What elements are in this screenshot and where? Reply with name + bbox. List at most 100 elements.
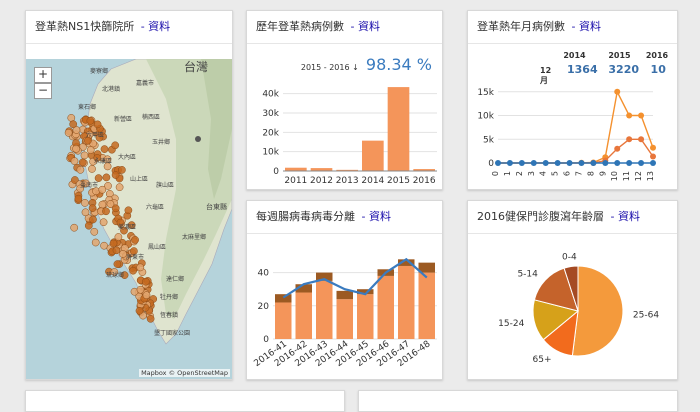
map-label-taiwan: 台灣 — [184, 59, 208, 74]
x-tick-label: 0 — [491, 171, 500, 176]
map-label: 六龜區 — [146, 203, 164, 211]
pie-label: 65+ — [533, 355, 552, 365]
map-attribution[interactable]: Mapbox © OpenStreetMap — [139, 369, 230, 377]
map-card-title: 登革熱NS1快篩院所 — [35, 20, 135, 33]
map-label: 嘉義市 — [136, 79, 154, 87]
clinic-marker — [109, 239, 118, 248]
zoom-in-button[interactable]: + — [34, 67, 52, 83]
y-tick-label: 0 — [488, 159, 494, 169]
yearly-card-title: 歷年登革熱病例數 — [256, 20, 344, 33]
map-data-link[interactable]: - 資料 — [141, 20, 170, 33]
enterovirus-data-link[interactable]: - 資料 — [362, 210, 391, 223]
series-point — [626, 160, 633, 166]
y-tick-label: 15k — [477, 88, 494, 98]
clinic-marker — [112, 246, 121, 255]
series-point — [626, 112, 633, 119]
x-tick-label: 7 — [574, 171, 583, 176]
map-label: 鳳山區 — [148, 243, 166, 251]
map-label: 屏東市 — [126, 253, 144, 261]
y-tick-label: 10k — [477, 112, 494, 122]
series-point — [554, 160, 561, 166]
clinic-marker — [81, 199, 89, 207]
clinic-marker — [136, 263, 145, 272]
x-tick-label: 1 — [503, 171, 512, 176]
map-label: 北港鎮 — [102, 85, 120, 93]
summary-value: 1364 — [567, 63, 598, 76]
yearly-change-summary: 2015 - 2016 ↓ 98.34 % — [301, 55, 432, 74]
map-label: 臺南市 — [80, 181, 98, 189]
monthly-card-title: 登革熱年月病例數 — [477, 20, 565, 33]
map-canvas[interactable]: 台灣 麥寮鄉 北港鎮 嘉義市 東石鄉 新營區 楠西區 玉井鄉 六甲區 大內區 永… — [26, 59, 232, 379]
clinic-marker — [135, 306, 144, 315]
y-tick-label: 10k — [262, 148, 279, 158]
series-point — [626, 136, 633, 143]
entero-bar-lower — [377, 275, 394, 339]
clinic-marker — [102, 207, 110, 216]
map-label: 玉井鄉 — [152, 138, 170, 146]
clinic-marker — [89, 215, 97, 224]
x-tick-label: 9 — [598, 171, 607, 176]
monthly-line-chart: 05k10k15k0 1 2 3 4 5 6 7 8 9 10 11 12 13 — [477, 88, 656, 181]
map-card-header: 登革熱NS1快篩院所 - 資料 — [26, 11, 232, 44]
pie-label: 0-4 — [562, 253, 577, 263]
clinic-marker — [102, 173, 111, 182]
clinic-marker — [76, 165, 85, 174]
clinic-marker — [91, 238, 100, 247]
diarrhea-age-card: 2016健保門診腹瀉年齡層 - 資料 25-64 65+ 15-24 5-14 0-4 — [467, 200, 678, 380]
clinic-marker — [115, 183, 124, 192]
enterovirus-card: 每週腸病毒病毒分離 - 資料 0 20 40 2016-41 2016-42 2016-4… — [246, 200, 443, 380]
series-point — [638, 160, 645, 166]
yearly-data-link[interactable]: - 資料 — [351, 20, 380, 33]
monthly-data-link[interactable]: - 資料 — [572, 20, 601, 33]
clinic-marker — [142, 291, 151, 300]
series-point — [542, 160, 549, 166]
age-card-title: 2016健保門診腹瀉年齡層 — [477, 210, 604, 223]
clinic-marker — [72, 144, 80, 153]
x-tick-label: 3 — [527, 171, 536, 176]
map-label: 山上區 — [130, 175, 148, 183]
clinic-marker — [86, 116, 95, 125]
clinic-marker — [81, 208, 90, 217]
clinic-marker — [69, 120, 78, 129]
x-tick-label: 13 — [646, 171, 655, 181]
clinic-marker — [86, 146, 95, 154]
clinic-marker — [146, 314, 155, 323]
zoom-out-button[interactable]: − — [34, 83, 52, 99]
series-point — [614, 145, 621, 152]
x-tick-label: 5 — [551, 171, 560, 176]
series-point — [614, 160, 621, 166]
monthly-card-header: 登革熱年月病例數 - 資料 — [468, 11, 677, 44]
map-label: 牡丹鄉 — [160, 293, 178, 301]
clinic-marker — [70, 223, 79, 232]
series-line — [498, 138, 654, 164]
enterovirus-card-header: 每週腸病毒病毒分離 - 資料 — [247, 201, 442, 234]
entero-bar-lower — [295, 292, 312, 339]
x-tick-label: 8 — [586, 171, 595, 176]
entero-bar-upper — [275, 294, 292, 303]
monthly-dengue-card: 登革熱年月病例數 - 資料 2014 2015 2016 12月 1364 32… — [467, 10, 678, 190]
clinic-marker — [111, 141, 120, 150]
clinic-marker — [100, 145, 109, 153]
x-tick-label: 2013 — [336, 176, 359, 186]
entero-bar-lower — [398, 265, 415, 339]
y-tick-label: 20k — [262, 128, 279, 138]
year-bar — [362, 140, 384, 171]
summary-year: 2016 — [645, 51, 669, 60]
age-data-link[interactable]: - 資料 — [611, 210, 640, 223]
pie-label: 15-24 — [498, 319, 524, 329]
mountain-peak-marker — [195, 136, 201, 142]
series-point — [566, 160, 573, 166]
pie-slice — [571, 265, 624, 357]
map-view[interactable]: 台灣 麥寮鄉 北港鎮 嘉義市 東石鄉 新營區 楠西區 玉井鄉 六甲區 大內區 永… — [26, 59, 232, 379]
y-tick-label: 40k — [262, 90, 279, 100]
x-tick-label: 2011 — [284, 176, 307, 186]
pie-label: 5-14 — [517, 269, 538, 279]
x-tick-label: 2015 — [387, 176, 410, 186]
map-label: 太麻里鄉 — [182, 233, 206, 241]
enterovirus-card-title: 每週腸病毒病毒分離 — [256, 210, 355, 223]
enterovirus-bar-chart: 020402016-412016-422016-432016-442016-45… — [252, 257, 437, 369]
summary-year: 2014 — [563, 51, 586, 60]
clinic-marker — [124, 206, 133, 215]
series-point — [650, 159, 656, 166]
clinic-marker — [129, 266, 137, 275]
